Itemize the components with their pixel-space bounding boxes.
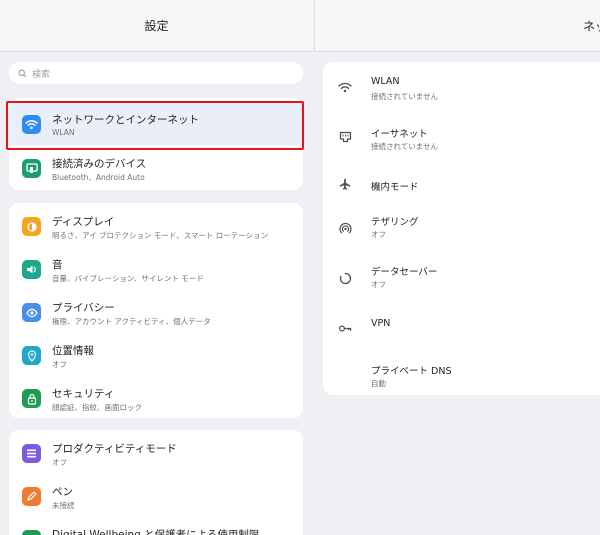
wifi-outline-icon [337,79,353,95]
sidebar-item-display[interactable]: ディスプレイ 明るさ、アイ プロテクション モード、スマート ローテーション [9,205,303,247]
sidebar-item-location[interactable]: 位置情報 オフ [9,334,303,376]
search-placeholder: 検索 [32,69,51,80]
item-subtitle: 自動 [371,379,386,388]
lock-icon [22,389,41,408]
vpn-icon [337,320,353,336]
hotspot-icon [337,220,353,236]
sidebar-item-privacy[interactable]: プライバシー 権限、アカウント アクティビティ、個人データ [9,291,303,333]
item-title: 機内モード [371,182,419,193]
detail-header: ネッ [314,0,600,52]
item-title: プライベート DNS [371,366,452,377]
item-subtitle: 接続されていません [371,142,439,151]
ethernet-icon [337,129,353,145]
item-title: ディスプレイ [52,216,115,228]
item-subtitle: Bluetooth、Android Auto [52,173,145,182]
item-subtitle: オフ [52,458,67,467]
settings-group-extras: プロダクティビティモード オフ ペン 未接続 Digital Wellbeing… [9,430,303,535]
display-icon [22,217,41,236]
detail-title: ネッ [583,19,600,34]
item-subtitle: オフ [371,280,386,289]
pen-icon [22,487,41,506]
network-item-ethernet[interactable]: イーサネット 接続されていません [323,115,600,159]
network-item-airplane-mode[interactable]: 機内モード [323,162,600,206]
network-item-data-saver[interactable]: データセーバー オフ [323,253,600,297]
page-title: 設定 [144,19,169,33]
data-saver-icon [337,270,353,286]
settings-group-device: ディスプレイ 明るさ、アイ プロテクション モード、スマート ローテーション 音… [9,203,303,418]
network-item-vpn[interactable]: VPN [323,301,600,345]
item-subtitle: 接続されていません [371,92,439,101]
item-title: VPN [371,318,391,329]
item-subtitle: 権限、アカウント アクティビティ、個人データ [52,317,211,326]
item-title: 接続済みのデバイス [52,158,147,170]
item-subtitle: 音量、バイブレーション、サイレント モード [52,274,204,283]
network-item-private-dns[interactable]: プライベート DNS 自動 [323,352,600,396]
network-detail-panel: WLAN 接続されていません イーサネット 接続されていません 機内モード テザ… [323,62,600,395]
item-subtitle: オフ [52,360,67,369]
item-subtitle: 未接続 [52,501,75,510]
item-title: WLAN [371,76,400,87]
connected-devices-icon [22,159,41,178]
airplane-icon [337,176,353,192]
item-title: テザリング [371,217,419,228]
sidebar-item-pen[interactable]: ペン 未接続 [9,475,303,517]
search-icon [18,69,27,77]
item-title: プライバシー [52,302,115,314]
sidebar-item-security[interactable]: セキュリティ 顔認証、指紋、画面ロック [9,377,303,418]
wellbeing-icon [22,530,41,535]
item-title: ペン [52,486,73,498]
item-title: データセーバー [371,267,438,278]
sound-icon [22,260,41,279]
item-title: 音 [52,259,63,271]
sidebar-item-sound[interactable]: 音 音量、バイブレーション、サイレント モード [9,248,303,290]
item-subtitle: オフ [371,230,386,239]
item-title: 位置情報 [52,345,94,357]
privacy-icon [22,303,41,322]
item-title: イーサネット [371,129,428,140]
productivity-icon [22,444,41,463]
item-subtitle: 顔認証、指紋、画面ロック [52,403,142,412]
network-item-tethering[interactable]: テザリング オフ [323,203,600,247]
network-item-wlan[interactable]: WLAN 接続されていません [323,65,600,109]
item-title: Digital Wellbeing と保護者による使用制限 [52,529,260,535]
sidebar-item-digital-wellbeing[interactable]: Digital Wellbeing と保護者による使用制限 [9,518,303,535]
item-subtitle: 明るさ、アイ プロテクション モード、スマート ローテーション [52,231,269,240]
sidebar-item-productivity[interactable]: プロダクティビティモード オフ [9,432,303,474]
sidebar-item-connected-devices[interactable]: 接続済みのデバイス Bluetooth、Android Auto [9,147,303,189]
location-icon [22,346,41,365]
item-title: セキュリティ [52,388,115,400]
item-title: プロダクティビティモード [52,443,177,455]
selection-highlight-box [6,101,304,150]
search-input[interactable]: 検索 [9,62,303,84]
settings-header: 設定 [0,0,313,52]
